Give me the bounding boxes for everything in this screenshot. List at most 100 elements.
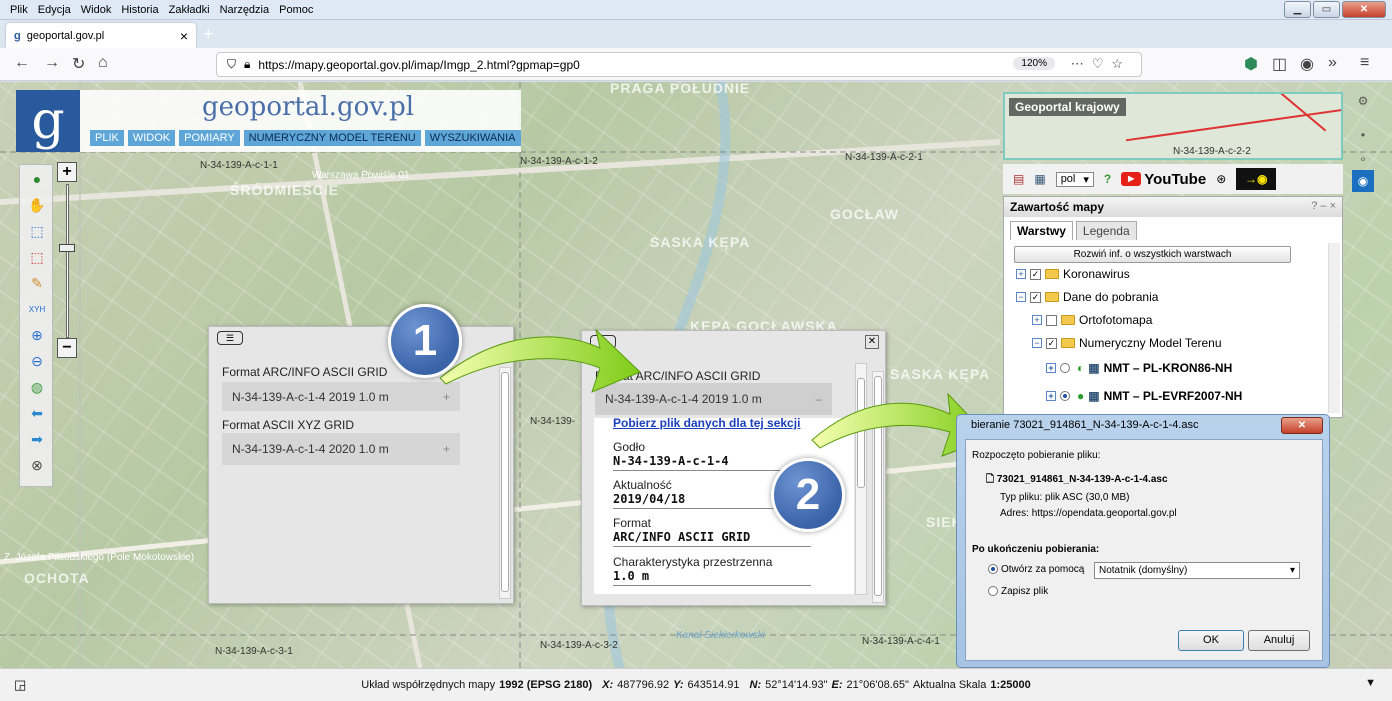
previous-view-icon[interactable]: ⬅: [27, 403, 47, 423]
extension-icon[interactable]: ⬢: [1244, 54, 1258, 74]
tab-close-icon[interactable]: ×: [180, 28, 188, 44]
menu-widok-button[interactable]: WIDOK: [127, 130, 176, 146]
expand-icon[interactable]: +: [1032, 315, 1042, 325]
application-select[interactable]: Notatnik (domyślny) ▾: [1094, 562, 1300, 579]
maximize-button[interactable]: ▭: [1313, 1, 1340, 18]
menu-pomoc[interactable]: Pomoc: [279, 4, 313, 16]
menu-plik-button[interactable]: PLIK: [90, 130, 124, 146]
forward-icon[interactable]: →: [44, 54, 60, 72]
zoom-slider[interactable]: + −: [57, 162, 79, 362]
next-view-icon[interactable]: ➡: [27, 429, 47, 449]
zoom-out-icon[interactable]: ⊖: [27, 351, 47, 371]
scroll-thumb[interactable]: [857, 378, 865, 488]
download-section-link[interactable]: Pobierz plik danych dla tej sekcji: [613, 416, 800, 430]
hamburger-menu-icon[interactable]: ≡: [1360, 54, 1369, 72]
cancel-button[interactable]: Anuluj: [1248, 630, 1310, 651]
menu-nmt-button[interactable]: NUMERYCZNY MODEL TERENU: [243, 130, 421, 146]
layer-radio[interactable]: [1060, 363, 1070, 373]
open-with-option[interactable]: Otwórz za pomocą: [988, 564, 1084, 575]
scroll-thumb[interactable]: [874, 376, 882, 596]
xyh-icon[interactable]: XYH: [27, 299, 47, 319]
layer-checkbox[interactable]: ✓: [1030, 268, 1041, 280]
accessibility-icon[interactable]: ⊛: [1216, 172, 1226, 186]
menu-wyszukiwania-button[interactable]: WYSZUKIWANIA: [424, 130, 521, 146]
layer-row[interactable]: − ✓ Numeryczny Model Terenu: [1032, 336, 1222, 350]
eye-icon[interactable]: ◉: [1352, 170, 1374, 192]
zoom-plus-button[interactable]: +: [57, 162, 77, 182]
layer-row[interactable]: + ✓ Koronawirus: [1016, 267, 1130, 281]
print-icon[interactable]: ▤: [1013, 172, 1024, 186]
page-actions-icon[interactable]: ⋯♡☆: [1071, 56, 1131, 72]
tab-legenda[interactable]: Legenda: [1075, 221, 1137, 240]
home-icon[interactable]: ⌂: [98, 54, 108, 72]
layer-row[interactable]: + Ortofotomapa: [1032, 313, 1152, 327]
dialog-close-button[interactable]: ✕: [1281, 417, 1323, 434]
layer-row[interactable]: + ● ▦ NMT – PL-EVRF2007-NH: [1046, 389, 1242, 403]
format-item[interactable]: N-34-139-A-c-1-4 2020 1.0 m +: [222, 433, 460, 465]
inner-scrollbar[interactable]: [855, 363, 867, 595]
panel-controls[interactable]: ? – ×: [1311, 200, 1336, 212]
close-window-button[interactable]: ✕: [1342, 1, 1386, 18]
save-file-radio[interactable]: [988, 586, 998, 597]
menu-widok[interactable]: Widok: [81, 4, 112, 16]
info-icon[interactable]: ●: [27, 169, 47, 189]
settings-icon[interactable]: ⚙: [1352, 90, 1374, 112]
close-popup-icon[interactable]: ✕: [865, 335, 879, 349]
address-bar[interactable]: ⛉ 🔒︎ https://mapy.geoportal.gov.pl/imap/…: [216, 52, 1142, 77]
chevron-down-icon[interactable]: ▼: [1365, 677, 1376, 689]
back-icon[interactable]: ←: [14, 54, 30, 72]
scroll-thumb[interactable]: [501, 372, 509, 592]
layers-scrollbar[interactable]: [1328, 243, 1340, 413]
overview-map[interactable]: Geoportal krajowy N-34-139-A-c-2-2: [1003, 92, 1343, 160]
circle-icon[interactable]: ∘: [1352, 148, 1374, 170]
collapse-icon[interactable]: –: [815, 392, 822, 406]
zoom-rail[interactable]: [66, 184, 69, 338]
expand-icon[interactable]: +: [443, 390, 450, 404]
browser-tab[interactable]: g geoportal.gov.pl ×: [6, 23, 196, 48]
overflow-icon[interactable]: »: [1328, 54, 1337, 72]
expand-icon[interactable]: +: [1046, 391, 1056, 401]
layer-checkbox[interactable]: ✓: [1030, 291, 1041, 303]
pan-hand-icon[interactable]: ✋: [27, 195, 47, 215]
reload-icon[interactable]: ↻: [72, 54, 85, 74]
open-with-radio[interactable]: [988, 564, 998, 575]
layer-checkbox[interactable]: ✓: [1046, 337, 1057, 349]
format-item-expanded[interactable]: N-34-139-A-c-1-4 2019 1.0 m –: [595, 383, 832, 415]
zoom-thumb[interactable]: [59, 244, 75, 252]
layer-row[interactable]: + ◐ ▦ NMT – PL-KRON86-NH: [1046, 361, 1232, 375]
sidebar-icon[interactable]: ◫: [1272, 54, 1287, 74]
expand-all-button[interactable]: Rozwiń inf. o wszystkich warstwach: [1014, 246, 1291, 263]
popup-scrollbar[interactable]: [499, 367, 511, 599]
list-icon[interactable]: ☰: [217, 331, 243, 345]
expand-icon[interactable]: +: [1016, 269, 1026, 279]
layer-checkbox[interactable]: [1046, 314, 1057, 326]
list-icon[interactable]: ☰: [590, 335, 616, 349]
help-icon[interactable]: ?: [1104, 172, 1111, 186]
minimize-button[interactable]: ▁: [1284, 1, 1311, 18]
format-item[interactable]: N-34-139-A-c-1-4 2019 1.0 m +: [222, 382, 460, 411]
new-tab-icon[interactable]: +: [203, 24, 214, 45]
menu-historia[interactable]: Historia: [121, 4, 158, 16]
menu-narzedzia[interactable]: Narzędzia: [220, 4, 270, 16]
geoportal-logo[interactable]: g: [16, 90, 80, 152]
dot-icon[interactable]: •: [1352, 124, 1374, 146]
zoom-box-icon[interactable]: ⬚: [27, 221, 47, 241]
clear-icon[interactable]: ⊗: [27, 455, 47, 475]
expand-icon[interactable]: +: [1046, 363, 1056, 373]
tab-warstwy[interactable]: Warstwy: [1010, 221, 1073, 240]
zoom-in-icon[interactable]: ⊕: [27, 325, 47, 345]
contrast-eye-button[interactable]: →◉: [1236, 168, 1277, 190]
collapse-icon[interactable]: −: [1032, 338, 1042, 348]
zoom-minus-button[interactable]: −: [57, 338, 77, 358]
wms-icon[interactable]: ▦: [1034, 172, 1045, 186]
pencil-icon[interactable]: ✎: [27, 273, 47, 293]
account-icon[interactable]: ◉: [1300, 54, 1314, 74]
menu-plik[interactable]: Plik: [10, 4, 28, 16]
layer-row[interactable]: − ✓ Dane do pobrania: [1016, 290, 1158, 304]
globe-icon[interactable]: ◍: [27, 377, 47, 397]
menu-zakladki[interactable]: Zakładki: [169, 4, 210, 16]
popup-scrollbar[interactable]: [872, 371, 884, 603]
zoom-out-box-icon[interactable]: ⬚: [27, 247, 47, 267]
expand-icon[interactable]: +: [443, 442, 450, 456]
youtube-link[interactable]: ▶ YouTube: [1121, 171, 1206, 188]
